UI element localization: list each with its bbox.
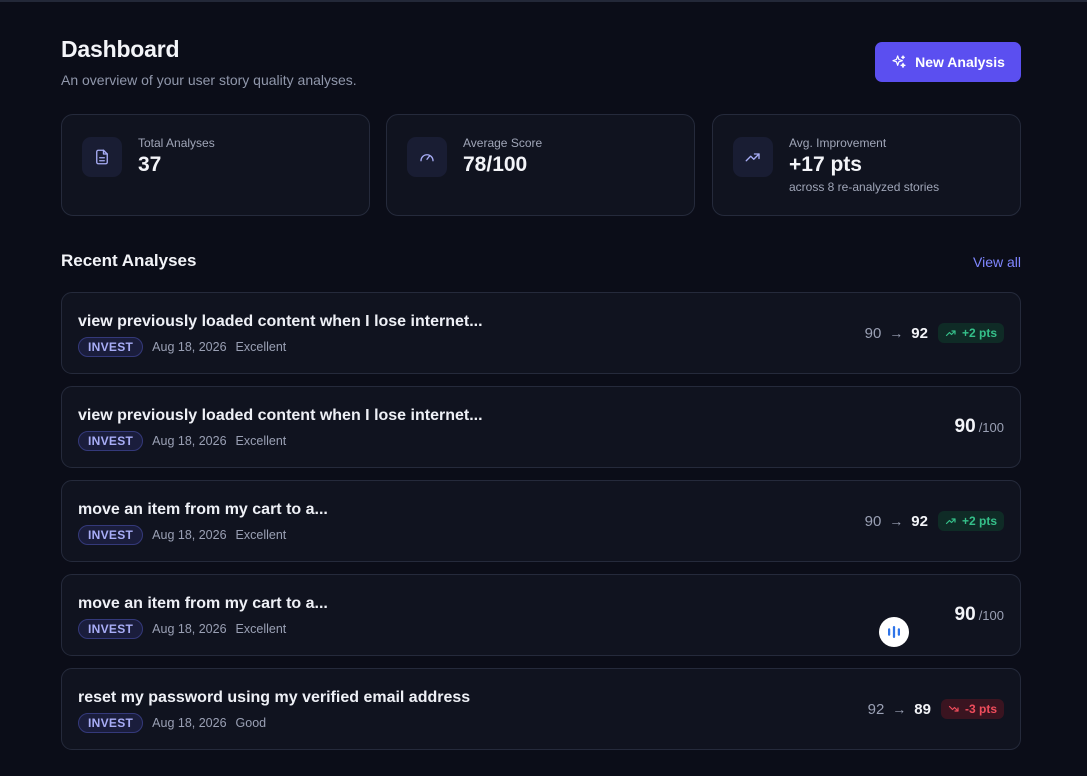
new-score: 89 (914, 700, 931, 718)
analysis-row[interactable]: move an item from my cart to a... INVEST… (61, 574, 1021, 656)
stats-row: Total Analyses 37 Average Score 78/100 A… (61, 114, 1021, 216)
new-score: 92 (911, 512, 928, 530)
delta-badge: +2 pts (937, 511, 1004, 531)
invest-tag: INVEST (78, 337, 144, 357)
invest-tag: INVEST (78, 713, 144, 733)
row-rating: Excellent (235, 434, 287, 448)
stat-card-avg-improvement: Avg. Improvement +17 pts across 8 re-ana… (712, 114, 1021, 216)
row-date: Aug 18, 2026 (152, 340, 227, 354)
view-all-link[interactable]: View all (973, 254, 1021, 270)
row-date: Aug 18, 2026 (152, 434, 227, 448)
score-display: 90 /100 (955, 575, 1004, 655)
row-title: move an item from my cart to a... (78, 501, 328, 518)
recent-analyses-title: Recent Analyses (61, 251, 197, 270)
row-title: view previously loaded content when I lo… (78, 313, 483, 330)
stat-note: across 8 re-analyzed stories (789, 180, 940, 194)
previous-score: 92 (867, 700, 885, 718)
row-meta: INVEST Aug 18, 2026 Good (78, 713, 266, 733)
new-score: 92 (911, 324, 928, 342)
stat-value: +17 pts (789, 153, 862, 176)
row-meta: INVEST Aug 18, 2026 Excellent (78, 525, 286, 545)
row-rating: Excellent (235, 340, 287, 354)
row-rating: Good (235, 716, 267, 730)
trending-down-icon (948, 705, 959, 712)
row-title: move an item from my cart to a... (78, 595, 328, 612)
invest-tag: INVEST (78, 431, 144, 451)
analysis-row[interactable]: reset my password using my verified emai… (61, 668, 1021, 750)
score-change: 92 → 89 -3 pts (868, 669, 1004, 749)
stat-card-total-analyses: Total Analyses 37 (61, 114, 370, 216)
row-date: Aug 18, 2026 (152, 528, 227, 542)
previous-score: 90 (864, 512, 882, 530)
stat-value: 78/100 (463, 153, 528, 176)
arrow-right-icon: → (889, 513, 904, 529)
row-meta: INVEST Aug 18, 2026 Excellent (78, 337, 286, 357)
score-change: 90 → 92 +2 pts (865, 293, 1004, 373)
stat-label: Total Analyses (138, 136, 215, 150)
new-analysis-button[interactable]: New Analysis (875, 42, 1021, 82)
invest-tag: INVEST (78, 619, 144, 639)
row-meta: INVEST Aug 18, 2026 Excellent (78, 431, 286, 451)
score-denominator: /100 (978, 419, 1004, 435)
row-title: view previously loaded content when I lo… (78, 407, 483, 424)
arrow-right-icon: → (892, 701, 907, 717)
row-title: reset my password using my verified emai… (78, 689, 471, 706)
score-value: 90 (954, 416, 976, 437)
page-title: Dashboard (61, 36, 180, 62)
delta-value: -3 pts (964, 702, 997, 716)
arrow-right-icon: → (889, 325, 904, 341)
analysis-row[interactable]: view previously loaded content when I lo… (61, 292, 1021, 374)
row-meta: INVEST Aug 18, 2026 Excellent (78, 619, 286, 639)
stat-label: Avg. Improvement (789, 136, 887, 150)
page-subtitle: An overview of your user story quality a… (61, 72, 357, 88)
score-change: 90 → 92 +2 pts (865, 481, 1004, 561)
analysis-row[interactable]: view previously loaded content when I lo… (61, 386, 1021, 468)
trending-up-icon (945, 330, 956, 337)
new-analysis-label: New Analysis (915, 54, 1005, 70)
gauge-icon (407, 137, 447, 177)
row-rating: Excellent (235, 528, 287, 542)
previous-score: 90 (864, 324, 882, 342)
delta-value: +2 pts (961, 514, 997, 528)
invest-tag: INVEST (78, 525, 144, 545)
delta-value: +2 pts (961, 326, 997, 340)
score-value: 90 (954, 604, 976, 625)
delta-badge: -3 pts (940, 699, 1004, 719)
row-date: Aug 18, 2026 (152, 622, 227, 636)
delta-badge: +2 pts (937, 323, 1004, 343)
audio-bars-icon[interactable] (879, 617, 909, 647)
score-denominator: /100 (978, 607, 1004, 623)
row-date: Aug 18, 2026 (152, 716, 227, 730)
document-icon (82, 137, 122, 177)
analysis-row[interactable]: move an item from my cart to a... INVEST… (61, 480, 1021, 562)
trending-up-icon (733, 137, 773, 177)
row-rating: Excellent (235, 622, 287, 636)
score-display: 90 /100 (955, 387, 1004, 467)
trending-up-icon (945, 518, 956, 525)
top-divider (0, 0, 1087, 2)
sparkles-icon (892, 55, 906, 68)
stat-card-average-score: Average Score 78/100 (386, 114, 695, 216)
stat-label: Average Score (463, 136, 543, 150)
page-header: Dashboard An overview of your user story… (61, 36, 1021, 92)
stat-value: 37 (138, 153, 162, 176)
